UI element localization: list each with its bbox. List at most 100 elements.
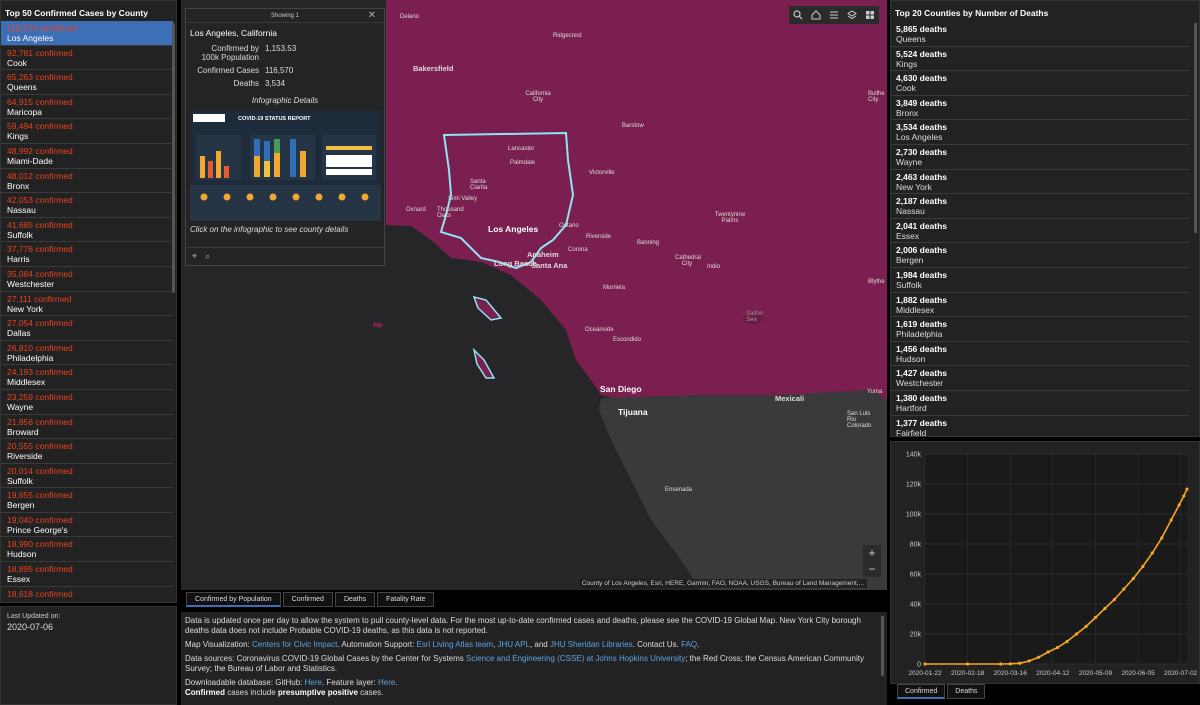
list-icon[interactable] — [825, 6, 843, 24]
list-item[interactable]: 48,012 confirmed Bronx — [1, 169, 173, 194]
tab-confirmed[interactable]: Confirmed — [282, 592, 333, 607]
death-count: 4,630 deaths — [896, 73, 948, 84]
zoom-in-button[interactable]: + — [863, 545, 881, 561]
tab-chart-deaths[interactable]: Deaths — [947, 684, 986, 699]
link-faq[interactable]: FAQ — [681, 640, 697, 649]
county-list[interactable]: 116,570 confirmed Los Angeles 92,781 confi… — [1, 21, 173, 601]
text: Confirmed — [185, 688, 225, 697]
link-esri-living-atlas[interactable]: Esri Living Atlas team — [417, 640, 493, 649]
map-view[interactable]: Delano Ridgecrest Bakersfield California… — [181, 0, 887, 590]
list-item[interactable]: 2,730 deaths Wayne — [891, 145, 1189, 170]
data-point — [1150, 551, 1154, 555]
death-count: 2,463 deaths — [896, 171, 948, 182]
list-item[interactable]: 18,618 confirmed — [1, 587, 173, 601]
tab-deaths[interactable]: Deaths — [334, 592, 376, 607]
list-item[interactable]: 24,193 confirmed Middlesex — [1, 365, 173, 390]
data-point — [1112, 597, 1116, 602]
dock-icon[interactable]: ⌖ — [192, 251, 197, 262]
list-item[interactable]: 65,263 confirmed Queens — [1, 70, 173, 95]
tab-chart-confirmed[interactable]: Confirmed — [897, 684, 946, 699]
list-item[interactable]: 27,111 confirmed New York — [1, 292, 173, 317]
search-icon[interactable] — [789, 6, 807, 24]
death-count: 1,456 deaths — [896, 343, 948, 354]
scrollbar[interactable] — [172, 23, 175, 293]
confirmed-cases-panel: Top 50 Confirmed Cases by County 116,570… — [0, 0, 177, 603]
link-jhu-sheridan[interactable]: JHU Sheridan Libraries — [550, 640, 633, 649]
data-point — [1177, 503, 1181, 507]
list-item[interactable]: 2,187 deaths Nassau — [891, 194, 1189, 219]
map-label: Ensenada — [665, 487, 693, 493]
data-point — [1185, 487, 1189, 491]
list-item[interactable]: 41,685 confirmed Suffolk — [1, 218, 173, 243]
list-item[interactable]: 1,882 deaths Middlesex — [891, 293, 1189, 318]
list-item[interactable]: 5,865 deaths Queens — [891, 22, 1189, 47]
deaths-list[interactable]: 5,865 deaths Queens 5,524 deaths Kings 4,630… — [891, 22, 1189, 438]
list-item[interactable]: 18,895 confirmed Essex — [1, 562, 173, 587]
link-civic-impact[interactable]: Centers for Civic Impact — [252, 640, 337, 649]
basemap-icon[interactable] — [861, 6, 879, 24]
list-item[interactable]: 64,915 confirmed Maricopa — [1, 95, 173, 120]
list-item[interactable]: 20,014 confirmed Suffolk — [1, 464, 173, 489]
infographic-image[interactable]: COVID-19 STATUS REPORT — [190, 111, 381, 221]
list-item[interactable]: 1,380 deaths Hartford — [891, 391, 1189, 416]
confirmed-count: 35,084 confirmed — [7, 268, 73, 279]
list-item[interactable]: 27,054 confirmed Dallas — [1, 316, 173, 341]
zoom-out-button[interactable]: − — [863, 561, 881, 577]
list-item[interactable]: 19,040 confirmed Prince George's — [1, 513, 173, 538]
tab-confirmed-by-population[interactable]: Confirmed by Population — [186, 592, 281, 607]
list-item[interactable]: 4,630 deaths Cook — [891, 71, 1189, 96]
death-count: 5,524 deaths — [896, 48, 948, 59]
zoom-to-icon[interactable]: ⌕ — [205, 251, 210, 262]
info-paragraph: Map Visualization: Centers for Civic Imp… — [185, 640, 883, 650]
text: . — [697, 640, 700, 649]
layers-icon[interactable] — [843, 6, 861, 24]
county-name: Philadelphia — [896, 329, 943, 340]
list-item[interactable]: 26,810 confirmed Philadelphia — [1, 341, 173, 366]
list-item[interactable]: 3,534 deaths Los Angeles — [891, 120, 1189, 145]
home-icon[interactable] — [807, 6, 825, 24]
y-tick-label: 40k — [910, 602, 922, 609]
link-github[interactable]: Here — [305, 678, 322, 687]
list-item[interactable]: 1,427 deaths Westchester — [891, 366, 1189, 391]
scrollbar[interactable] — [1194, 23, 1197, 233]
tab-fatality-rate[interactable]: Fatality Rate — [377, 592, 435, 607]
list-item[interactable]: 1,619 deaths Philadelphia — [891, 317, 1189, 342]
list-item[interactable]: 2,041 deaths Essex — [891, 219, 1189, 244]
list-item[interactable]: 116,570 confirmed Los Angeles — [1, 21, 173, 46]
list-item[interactable]: 2,006 deaths Bergen — [891, 243, 1189, 268]
list-item[interactable]: 23,259 confirmed Wayne — [1, 390, 173, 415]
list-item[interactable]: 1,456 deaths Hudson — [891, 342, 1189, 367]
map-label: Ontario — [559, 223, 579, 229]
scrollbar[interactable] — [881, 616, 884, 676]
list-item[interactable]: 37,776 confirmed Harris — [1, 242, 173, 267]
list-item[interactable]: 21,856 confirmed Broward — [1, 415, 173, 440]
county-name: Westchester — [7, 278, 55, 289]
link-feature-layer[interactable]: Here — [378, 678, 395, 687]
list-item[interactable]: 35,084 confirmed Westchester — [1, 267, 173, 292]
link-csse[interactable]: Science and Engineering (CSSE) at Johns … — [466, 654, 685, 663]
link-jhu-apl[interactable]: JHU APL — [497, 640, 529, 649]
list-item[interactable]: 5,524 deaths Kings — [891, 47, 1189, 72]
list-item[interactable]: 18,990 confirmed Hudson — [1, 537, 173, 563]
map-label: Salton Sea — [746, 311, 764, 323]
confirmed-count: 64,915 confirmed — [7, 96, 73, 107]
death-count: 1,377 deaths — [896, 417, 948, 428]
list-item[interactable]: 19,655 confirmed Bergen — [1, 488, 173, 513]
san-clemente-island — [472, 347, 496, 379]
list-item[interactable]: 2,463 deaths New York — [891, 170, 1189, 195]
data-point — [1169, 518, 1173, 522]
list-item[interactable]: 92,781 confirmed Cook — [1, 46, 173, 71]
list-item[interactable]: 1,984 deaths Suffolk — [891, 268, 1189, 293]
list-item[interactable]: 48,992 confirmed Miami-Dade — [1, 144, 173, 169]
list-item[interactable]: 42,053 confirmed Nassau — [1, 193, 173, 218]
list-item[interactable]: 3,849 deaths Bronx — [891, 96, 1189, 121]
county-name: Essex — [896, 230, 920, 241]
list-item[interactable]: 59,494 confirmed Kings — [1, 119, 173, 144]
county-name: Riverside — [7, 451, 43, 462]
data-point — [1182, 494, 1186, 498]
map-label: Lancaster — [508, 146, 535, 152]
close-icon[interactable]: ✕ — [368, 9, 376, 23]
list-item[interactable]: 20,555 confirmed Riverside — [1, 439, 173, 464]
list-item[interactable]: 1,377 deaths Fairfield — [891, 416, 1189, 439]
county-name: Bronx — [896, 107, 919, 118]
